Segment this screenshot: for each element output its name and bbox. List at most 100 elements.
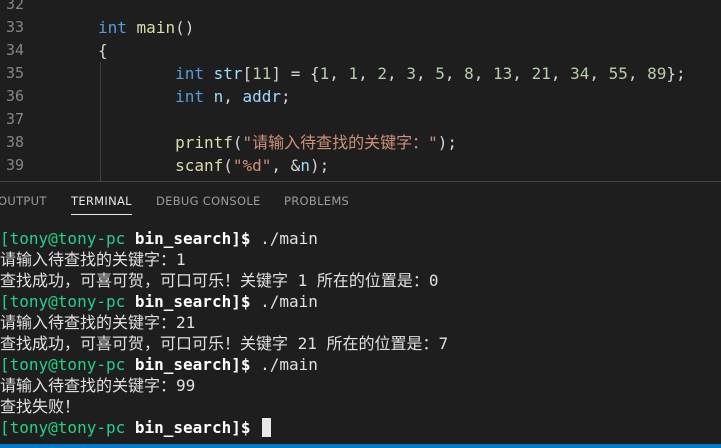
code-token: 55 (608, 64, 628, 83)
prompt-user: [tony@tony-pc (0, 229, 126, 248)
prompt-symbol: ]$ (231, 229, 251, 248)
status-bar (0, 444, 721, 448)
prompt-directory: bin_search (134, 418, 232, 437)
code-token: , (329, 64, 349, 83)
prompt-symbol: ]$ (231, 355, 251, 374)
code-token: main (136, 18, 176, 37)
terminal-command: ./main (250, 355, 318, 374)
code-token: , (473, 64, 494, 83)
code-token: () (175, 18, 195, 37)
code-token: 5 (435, 64, 445, 83)
tab-terminal[interactable]: TERMINAL (71, 194, 132, 215)
terminal-output-line: 查找成功，可喜可贺，可口可乐！关键字 1 所在的位置是：0 (0, 271, 439, 290)
code-token: ( (223, 156, 233, 175)
code-token: , (512, 64, 532, 83)
code-token: ); (309, 156, 330, 175)
code-token: int (98, 18, 127, 37)
prompt-directory: bin_search (134, 292, 232, 311)
terminal-output-line: 请输入待查找的关键字：21 (0, 313, 196, 332)
tab-debug-console[interactable]: DEBUG CONSOLE (156, 194, 261, 208)
terminal-output-line: 请输入待查找的关键字：99 (0, 376, 196, 395)
line-number: 34 (6, 41, 25, 59)
line-number: 39 (6, 156, 25, 174)
line-number: 38 (6, 133, 25, 151)
code-text: int main() (98, 16, 194, 39)
code-token: , & (271, 156, 301, 175)
code-token: 2 (377, 64, 388, 83)
code-text: printf("请输入待查找的关键字："); (98, 131, 457, 154)
prompt-user: [tony@tony-pc (0, 418, 126, 437)
code-token: 1 (319, 64, 330, 83)
code-token: [ (242, 64, 253, 83)
tab-output[interactable]: OUTPUT (0, 194, 47, 208)
code-token: 8 (464, 64, 474, 83)
code-text: { (98, 39, 108, 62)
code-token: , (415, 64, 436, 83)
prompt-symbol: ]$ (231, 292, 251, 311)
code-token: printf (175, 133, 233, 152)
terminal-prompt-line: [tony@tony-pc bin_search]$ ./main (0, 291, 318, 312)
code-token: , (444, 64, 465, 83)
line-number: 32 (6, 0, 25, 13)
line-number: 33 (6, 18, 25, 36)
code-token: 34 (570, 64, 590, 83)
code-token: n (300, 156, 310, 175)
code-token: , (550, 64, 571, 83)
code-token: , (358, 64, 378, 83)
code-token: ; (281, 87, 291, 106)
code-line: 37 (0, 108, 721, 131)
code-line: 38 printf("请输入待查找的关键字："); (0, 131, 721, 154)
code-token: , (589, 64, 609, 83)
code-token: , (223, 87, 243, 106)
terminal-prompt-line: [tony@tony-pc bin_search]$ ./main (0, 228, 318, 249)
terminal-command: ./main (250, 229, 318, 248)
code-token: 11 (252, 64, 272, 83)
terminal-command (250, 418, 260, 437)
code-editor[interactable]: 32 33 int main() 34 {35 int str[11] = {1, 1,… (0, 0, 721, 181)
terminal-prompt-line: [tony@tony-pc bin_search]$ ./main (0, 354, 318, 375)
code-line: 32 (0, 0, 721, 16)
terminal[interactable]: [tony@tony-pc bin_search]$ ./main 请输入待查找的… (0, 220, 721, 444)
terminal-prompt-line: [tony@tony-pc bin_search]$ (0, 417, 272, 438)
line-number: 37 (6, 110, 25, 128)
terminal-output-line: 查找失败！ (0, 397, 81, 416)
code-token: addr (242, 87, 282, 106)
code-token: { (98, 41, 108, 60)
terminal-cursor (262, 418, 272, 437)
prompt-directory: bin_search (134, 229, 232, 248)
code-line: 35 int str[11] = {1, 1, 2, 3, 5, 8, 13, … (0, 62, 721, 85)
code-line: 34 { (0, 39, 721, 62)
code-text: scanf("%d", &n); (98, 154, 329, 177)
code-token: str (213, 64, 243, 83)
terminal-command: ./main (250, 292, 318, 311)
panel-tab-bar: OUTPUT TERMINAL DEBUG CONSOLE PROBLEMS (0, 182, 721, 220)
code-text: int str[11] = {1, 1, 2, 3, 5, 8, 13, 21,… (98, 62, 686, 85)
code-token: "%d" (232, 156, 272, 175)
code-token: }; (666, 64, 686, 83)
prompt-directory: bin_search (134, 355, 232, 374)
prompt-user: [tony@tony-pc (0, 355, 126, 374)
code-token: ); (437, 133, 458, 152)
code-token: 13 (493, 64, 513, 83)
code-token: 1 (348, 64, 359, 83)
line-number: 36 (6, 87, 25, 105)
code-token: n (213, 87, 224, 106)
code-token: scanf (175, 156, 224, 175)
tab-problems[interactable]: PROBLEMS (284, 194, 349, 208)
code-line: 39 scanf("%d", &n); (0, 154, 721, 177)
code-token: 89 (647, 64, 667, 83)
code-text: int n, addr; (98, 85, 291, 108)
code-token: ] = { (271, 64, 320, 83)
code-token: "请输入待查找的关键字：" (242, 133, 438, 152)
code-line: 33 int main() (0, 16, 721, 39)
prompt-symbol: ]$ (231, 418, 251, 437)
code-token: 21 (531, 64, 551, 83)
code-token: , (387, 64, 407, 83)
terminal-output-line: 查找成功，可喜可贺，可口可乐！关键字 21 所在的位置是：7 (0, 334, 449, 353)
